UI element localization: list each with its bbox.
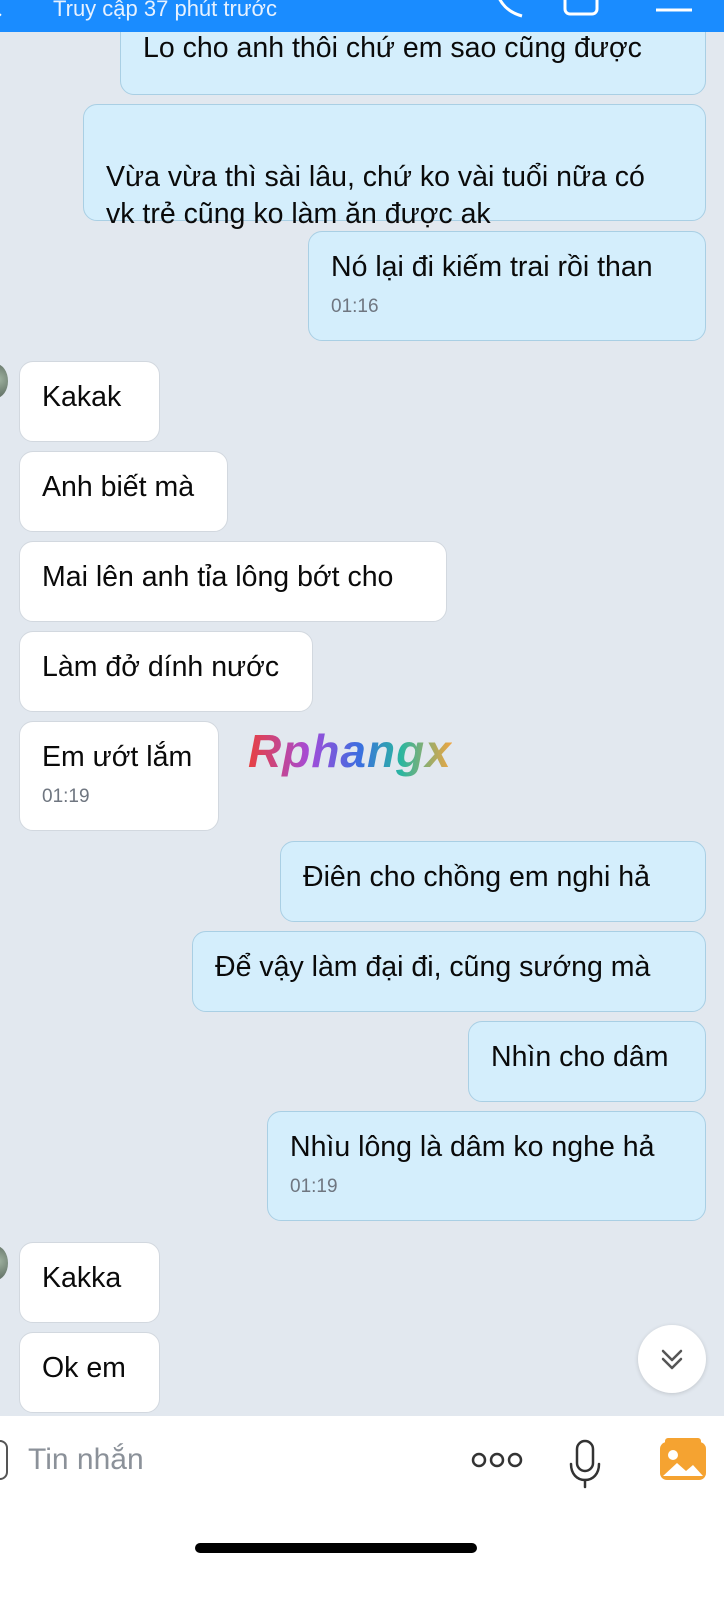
menu-icon[interactable] xyxy=(654,0,694,20)
emoji-icon[interactable] xyxy=(0,1440,8,1480)
message-bubble-incoming[interactable]: Kakka xyxy=(19,1242,160,1323)
message-text: Làm đở dính nước xyxy=(42,651,280,683)
message-bubble-incoming[interactable]: Mai lên anh tỉa lông bớt cho xyxy=(19,541,447,622)
more-options-icon[interactable] xyxy=(470,1448,524,1472)
message-text: Lo cho anh thôi chứ em sao cũng được xyxy=(143,32,642,64)
message-bubble-outgoing[interactable]: Nó lại đi kiếm trai rồi than 01:16 xyxy=(308,231,706,341)
chat-header: Truy cập 37 phút trước xyxy=(0,0,724,32)
video-call-icon[interactable] xyxy=(562,0,602,20)
back-icon[interactable] xyxy=(0,0,13,17)
message-bubble-incoming[interactable]: Làm đở dính nước xyxy=(19,631,313,712)
message-text: Kakak xyxy=(42,381,122,413)
message-text: Kakka xyxy=(42,1262,122,1294)
image-icon[interactable] xyxy=(659,1438,707,1482)
message-bubble-incoming[interactable]: Kakak xyxy=(19,361,160,442)
call-icon[interactable] xyxy=(492,0,526,20)
message-text: Nhìn cho dâm xyxy=(491,1041,669,1073)
watermark-logo: Rphangx xyxy=(248,725,452,777)
message-text: Điên cho chồng em nghi hả xyxy=(303,861,650,893)
scroll-to-bottom-button[interactable] xyxy=(638,1325,706,1393)
message-text: Mai lên anh tỉa lông bớt cho xyxy=(42,561,394,593)
home-indicator xyxy=(195,1543,477,1553)
message-text: Em ướt lắm xyxy=(42,741,193,773)
last-seen-status: Truy cập 37 phút trước xyxy=(53,0,277,21)
message-text: Anh biết mà xyxy=(42,471,195,503)
message-bubble-outgoing[interactable]: Vừa vừa thì sài lâu, chứ ko vài tuổi nữa… xyxy=(83,104,706,230)
message-time: 01:19 xyxy=(290,1176,338,1197)
message-text: Nhìu lông là dâm ko nghe hả xyxy=(290,1131,655,1163)
message-input[interactable] xyxy=(28,1438,448,1482)
microphone-icon[interactable] xyxy=(566,1438,604,1490)
contact-avatar[interactable] xyxy=(0,364,8,398)
message-time: 01:16 xyxy=(331,296,379,317)
message-bubble-outgoing[interactable]: Nhìu lông là dâm ko nghe hả 01:19 xyxy=(267,1111,706,1221)
message-bubble-incoming[interactable]: Ok em xyxy=(19,1332,160,1413)
chevron-double-down-icon xyxy=(661,1349,683,1370)
message-text: Vừa vừa thì sài lâu, chứ ko vài tuổi nữa… xyxy=(106,161,645,230)
message-bubble-outgoing[interactable]: Nhìn cho dâm xyxy=(468,1021,706,1102)
message-text: Nó lại đi kiếm trai rồi than xyxy=(331,251,653,283)
message-text: Ok em xyxy=(42,1352,126,1384)
message-text: Để vậy làm đại đi, cũng sướng mà xyxy=(215,951,651,983)
message-bubble-outgoing[interactable]: Lo cho anh thôi chứ em sao cũng được xyxy=(120,32,706,95)
message-bubble-outgoing[interactable]: Điên cho chồng em nghi hả xyxy=(280,841,706,922)
message-bubble-incoming[interactable]: Anh biết mà xyxy=(19,451,228,532)
message-time: 01:19 xyxy=(42,786,90,807)
message-composer xyxy=(0,1416,724,1600)
message-bubble-incoming[interactable]: Em ướt lắm 01:19 xyxy=(19,721,219,831)
contact-avatar[interactable] xyxy=(0,1246,8,1280)
message-bubble-outgoing[interactable]: Để vậy làm đại đi, cũng sướng mà xyxy=(192,931,706,1012)
